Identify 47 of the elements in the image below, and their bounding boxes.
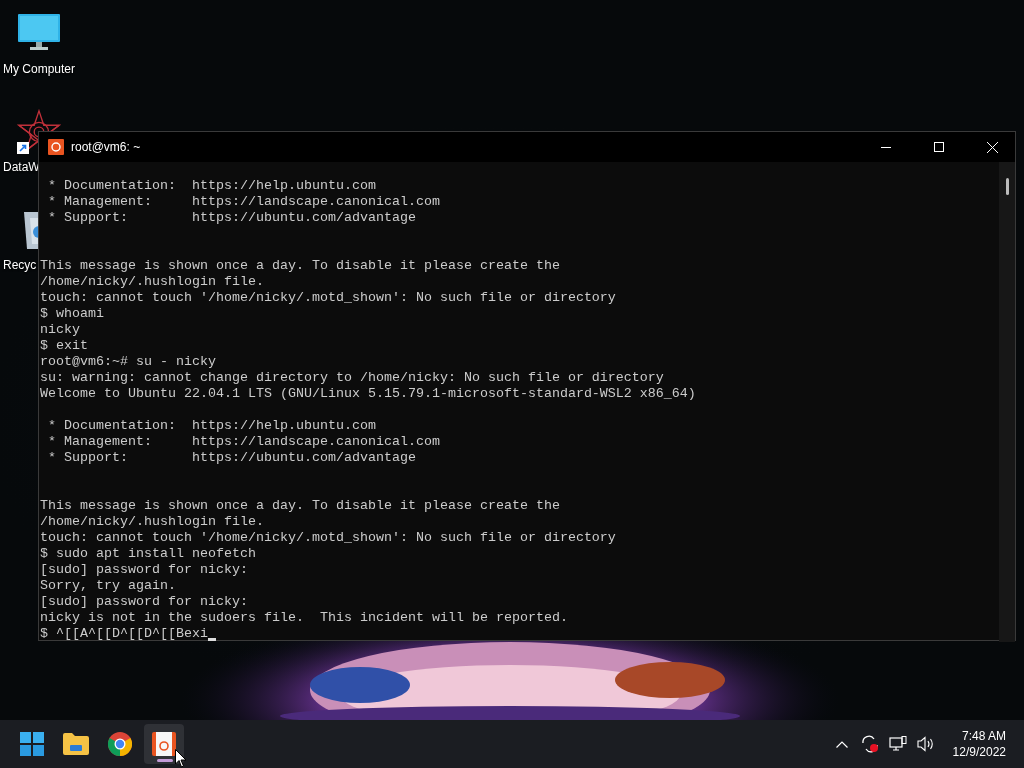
ubuntu-terminal-icon [152, 732, 176, 756]
ubuntu-app-icon [48, 139, 64, 155]
terminal-line: su: warning: cannot change directory to /home/nicky: No such file or directory [40, 370, 664, 386]
terminal-line: $ whoami [40, 306, 104, 322]
terminal-prompt: $ ^[[A^[[D^[[D^[[Bexi [40, 626, 208, 642]
terminal-line: * Documentation: https://help.ubuntu.com [47, 418, 376, 434]
terminal-line: * Management: https://landscape.canonical.com [47, 434, 440, 450]
terminal-line: $ sudo apt install neofetch [40, 546, 256, 562]
monitor-icon [18, 14, 60, 52]
close-icon [986, 141, 998, 153]
windows-logo-icon [20, 732, 44, 756]
active-indicator [157, 759, 173, 762]
speaker-icon [916, 736, 935, 752]
terminal-line: touch: cannot touch '/home/nicky/.motd_shown': No such file or directory [40, 290, 616, 306]
mouse-pointer-icon [175, 749, 187, 768]
terminal-line: * Support: https://ubuntu.com/advantage [47, 210, 416, 226]
browser-icon [108, 732, 132, 756]
desktop-icon-label[interactable]: Recyc [0, 258, 37, 272]
scrollbar-thumb[interactable] [1005, 178, 1009, 195]
terminal-line: * Support: https://ubuntu.com/advantage [47, 450, 416, 466]
terminal-line: This message is shown once a day. To disable it please create the [40, 498, 560, 514]
chevron-up-icon [835, 740, 848, 748]
terminal-line: /home/nicky/.hushlogin file. [40, 274, 264, 290]
terminal-line: * Management: https://landscape.canonical.com [47, 194, 440, 210]
terminal-line: [sudo] password for nicky: [40, 594, 248, 610]
desktop-icon-label[interactable]: DataW [0, 160, 40, 174]
minimize-icon [881, 146, 891, 148]
network-icon [888, 736, 907, 752]
terminal-line: [sudo] password for nicky: [40, 562, 248, 578]
folder-icon [63, 733, 89, 755]
terminal-line: nicky [40, 322, 80, 338]
terminal-line: This message is shown once a day. To disable it please create the [40, 258, 560, 274]
terminal-line: touch: cannot touch '/home/nicky/.motd_shown': No such file or directory [40, 530, 616, 546]
terminal-line: nicky is not in the sudoers file. This incident will be reported. [40, 610, 568, 626]
terminal-line: root@vm6:~# su - nicky [40, 354, 216, 370]
text-cursor [207, 638, 216, 641]
window-title: root@vm6: ~ [71, 140, 142, 154]
desktop-icon-label[interactable]: My Computer [3, 62, 75, 76]
terminal-line: Welcome to Ubuntu 22.04.1 LTS (GNU/Linux 5.15.79.1-microsoft-standard-WSL2 x86_64) [40, 386, 696, 402]
terminal-line: $ exit [40, 338, 88, 354]
sync-icon [860, 735, 879, 753]
clock[interactable]: 7:48 AM 12/9/2022 [942, 728, 1006, 760]
taskbar-app-button[interactable] [144, 724, 184, 764]
terminal-line: * Documentation: https://help.ubuntu.com [47, 178, 376, 194]
terminal-line: /home/nicky/.hushlogin file. [40, 514, 264, 530]
terminal-line: Sorry, try again. [40, 578, 176, 594]
maximize-icon [934, 142, 944, 152]
